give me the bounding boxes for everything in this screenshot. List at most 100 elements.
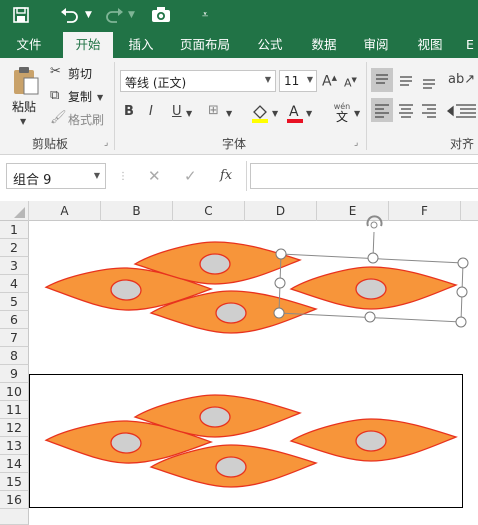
camera-icon[interactable] [151,7,171,23]
border-dropdown-icon[interactable]: ▼ [226,106,232,122]
copy-icon[interactable]: ⧉ [50,88,59,104]
customize-qat-icon[interactable]: ⩡ [202,8,208,22]
cell-shape[interactable] [44,264,213,314]
row-header[interactable]: 11 [0,401,29,419]
tab-page-layout[interactable]: 页面布局 [172,32,238,58]
resize-handle[interactable] [274,277,286,289]
column-header[interactable]: B [101,201,173,221]
resize-handle[interactable] [456,286,468,298]
cut-label[interactable]: 剪切 [68,65,92,82]
undo-dropdown-icon[interactable]: ▼ [85,10,92,20]
resize-handle[interactable] [457,257,469,269]
row-header[interactable]: 16 [0,491,29,509]
row-header[interactable]: 15 [0,473,29,491]
row-header[interactable]: 14 [0,455,29,473]
name-box[interactable]: 组合 9 ▼ [6,163,106,189]
underline-button[interactable]: U [172,104,182,120]
tab-file[interactable]: 文件 [4,32,54,58]
row-header[interactable]: 5 [0,293,29,311]
insert-function-icon[interactable]: fx [220,168,232,184]
picture-frame[interactable] [29,374,463,508]
tab-view[interactable]: 视图 [408,32,452,58]
align-middle-icon[interactable] [395,68,417,92]
tab-review[interactable]: 审阅 [356,32,396,58]
decrease-indent-icon[interactable] [446,98,478,122]
align-top-button[interactable] [371,68,393,92]
cell-shape[interactable] [134,241,301,285]
align-right-icon[interactable] [418,98,440,122]
cancel-icon[interactable]: ✕ [148,168,161,184]
resize-handle[interactable] [367,252,379,264]
row-header-partial[interactable] [0,509,29,525]
resize-handle[interactable] [273,307,285,319]
save-icon[interactable] [13,7,29,23]
fill-color-dropdown-icon[interactable]: ▼ [272,106,278,122]
underline-dropdown-icon[interactable]: ▼ [186,106,192,122]
lower-cell-group[interactable] [44,394,457,488]
phonetic-button[interactable]: wén 文 [330,100,354,123]
row-header[interactable]: 1 [0,221,29,239]
column-header[interactable]: A [29,201,101,221]
paste-dropdown-icon[interactable]: ▼ [20,114,26,130]
tab-insert[interactable]: 插入 [118,32,164,58]
tab-home[interactable]: 开始 [63,32,113,58]
column-header[interactable]: D [245,201,317,221]
selection-frame[interactable] [273,215,469,328]
clipboard-launcher-icon[interactable]: ⌟ [104,138,108,148]
bold-button[interactable]: B [124,104,134,120]
font-name-select[interactable]: 等线 (正文) ▼ [120,70,276,92]
row-header[interactable]: 4 [0,275,29,293]
column-header[interactable]: C [173,201,245,221]
orientation-icon[interactable]: ab↗ [448,72,475,88]
cell-shape[interactable] [134,394,301,438]
cell-shape[interactable] [150,290,317,334]
font-color-dropdown-icon[interactable]: ▼ [306,106,312,122]
upper-cell-group[interactable] [44,241,457,334]
align-center-icon[interactable] [395,98,417,122]
cell-shape[interactable] [290,266,457,310]
tab-data[interactable]: 数据 [302,32,346,58]
row-header[interactable]: 13 [0,437,29,455]
increase-font-icon[interactable]: A▲ [322,70,337,90]
select-all-corner[interactable] [0,201,29,221]
tab-formulas[interactable]: 公式 [248,32,292,58]
paste-label[interactable]: 粘贴 [12,98,36,115]
font-color-icon[interactable]: A [286,102,304,124]
copy-label[interactable]: 复制 [68,88,92,105]
tab-more[interactable]: E [462,32,478,58]
cell-shape[interactable] [150,444,317,488]
fill-color-icon[interactable] [250,102,270,124]
enter-icon[interactable]: ✓ [184,168,197,184]
row-header[interactable]: 12 [0,419,29,437]
row-header[interactable]: 10 [0,383,29,401]
resize-handle[interactable] [455,316,467,328]
column-header[interactable]: F [389,201,461,221]
format-painter-label[interactable]: 格式刷 [68,111,104,128]
row-header[interactable]: 2 [0,239,29,257]
row-header[interactable]: 9 [0,365,29,383]
row-header[interactable]: 3 [0,257,29,275]
row-header[interactable]: 6 [0,311,29,329]
cell-shape[interactable] [290,418,457,462]
column-header[interactable]: E [317,201,389,221]
phonetic-dropdown-icon[interactable]: ▼ [354,106,360,122]
italic-button[interactable]: I [149,104,153,120]
formula-input[interactable] [250,163,478,189]
row-header[interactable]: 8 [0,347,29,365]
resize-handle[interactable] [275,248,287,260]
resize-handle[interactable] [364,311,376,323]
row-header[interactable]: 7 [0,329,29,347]
paste-icon[interactable] [12,66,40,96]
column-header-partial[interactable] [461,201,478,221]
copy-dropdown-icon[interactable]: ▼ [97,90,103,106]
font-size-select[interactable]: 11 ▼ [279,70,317,92]
format-painter-icon[interactable]: 🖌 [50,110,67,126]
border-icon[interactable]: ⊞ [208,103,219,119]
undo-icon[interactable] [60,6,80,24]
align-bottom-icon[interactable] [418,68,440,92]
redo-icon[interactable] [104,6,124,24]
cell-shape[interactable] [44,417,213,467]
decrease-font-icon[interactable]: A▼ [344,72,357,92]
cut-icon[interactable]: ✂ [50,64,61,80]
align-left-button[interactable] [371,98,393,122]
